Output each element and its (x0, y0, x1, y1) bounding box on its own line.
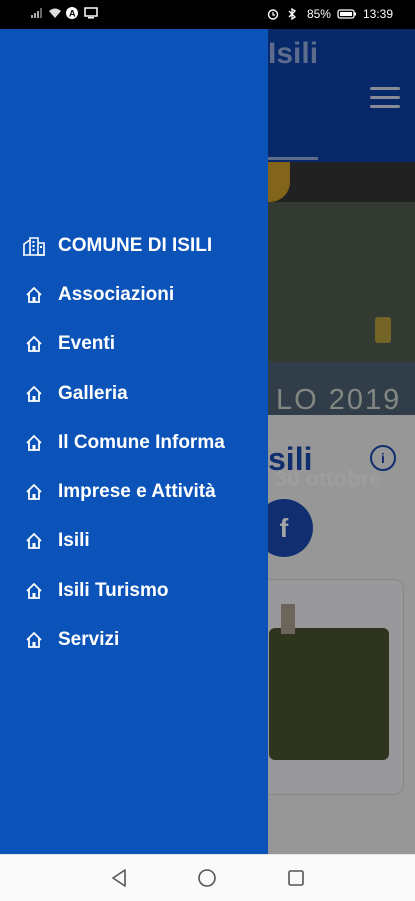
recents-icon[interactable] (285, 867, 307, 889)
home-icon (23, 481, 45, 503)
battery-icon (337, 8, 357, 20)
home-icon (23, 530, 45, 552)
menu-item-label: Associazioni (58, 283, 175, 305)
menu-item-comune-di-isili[interactable]: COMUNE DI ISILI (0, 221, 268, 270)
home-icon (23, 432, 45, 454)
menu-item-label: Il Comune Informa (58, 431, 225, 453)
alarm-icon (267, 8, 281, 20)
signal-icon (30, 7, 44, 19)
menu-item-label: COMUNE DI ISILI (58, 234, 213, 256)
bluetooth-icon (287, 7, 301, 21)
svg-text:A: A (69, 9, 76, 19)
battery-percent: 85% (306, 7, 331, 21)
menu-item-label: Isili Turismo (58, 579, 169, 601)
system-nav-bar (0, 854, 415, 901)
home-icon (23, 629, 45, 651)
menu-item-label: Eventi (58, 333, 116, 355)
menu-item-label: Isili (58, 530, 90, 552)
menu-item-label: Imprese e Attività (58, 481, 216, 503)
menu-item-label: Servizi (58, 629, 120, 651)
menu-item-associazioni[interactable]: Associazioni (0, 270, 268, 319)
city-buildings-icon (23, 235, 45, 257)
home-icon (23, 383, 45, 405)
clock: 13:39 (362, 7, 393, 21)
drawer-menu: COMUNE DI ISILI Associazioni Eventi Gall… (0, 221, 268, 665)
menu-item-galleria[interactable]: Galleria (0, 369, 268, 418)
navigation-drawer: COMUNE DI ISILI Associazioni Eventi Gall… (0, 29, 268, 854)
home-icon (23, 284, 45, 306)
menu-item-servizi[interactable]: Servizi (0, 615, 268, 664)
home-icon (23, 333, 45, 355)
wifi-icon (48, 7, 62, 19)
menu-item-eventi[interactable]: Eventi (0, 320, 268, 369)
back-icon[interactable] (108, 867, 130, 889)
home-icon (23, 580, 45, 602)
home-circle-icon[interactable] (196, 867, 218, 889)
nfc-icon: A (66, 7, 80, 19)
menu-item-imprese-e-attivita[interactable]: Imprese e Attività (0, 467, 268, 516)
status-bar: A 85% 13:39 (0, 0, 415, 29)
menu-item-isili-turismo[interactable]: Isili Turismo (0, 566, 268, 615)
screen-cast-icon (84, 7, 98, 19)
menu-item-il-comune-informa[interactable]: Il Comune Informa (0, 418, 268, 467)
menu-item-label: Galleria (58, 382, 128, 404)
menu-item-isili[interactable]: Isili (0, 517, 268, 566)
drawer-scrim[interactable] (268, 29, 415, 854)
